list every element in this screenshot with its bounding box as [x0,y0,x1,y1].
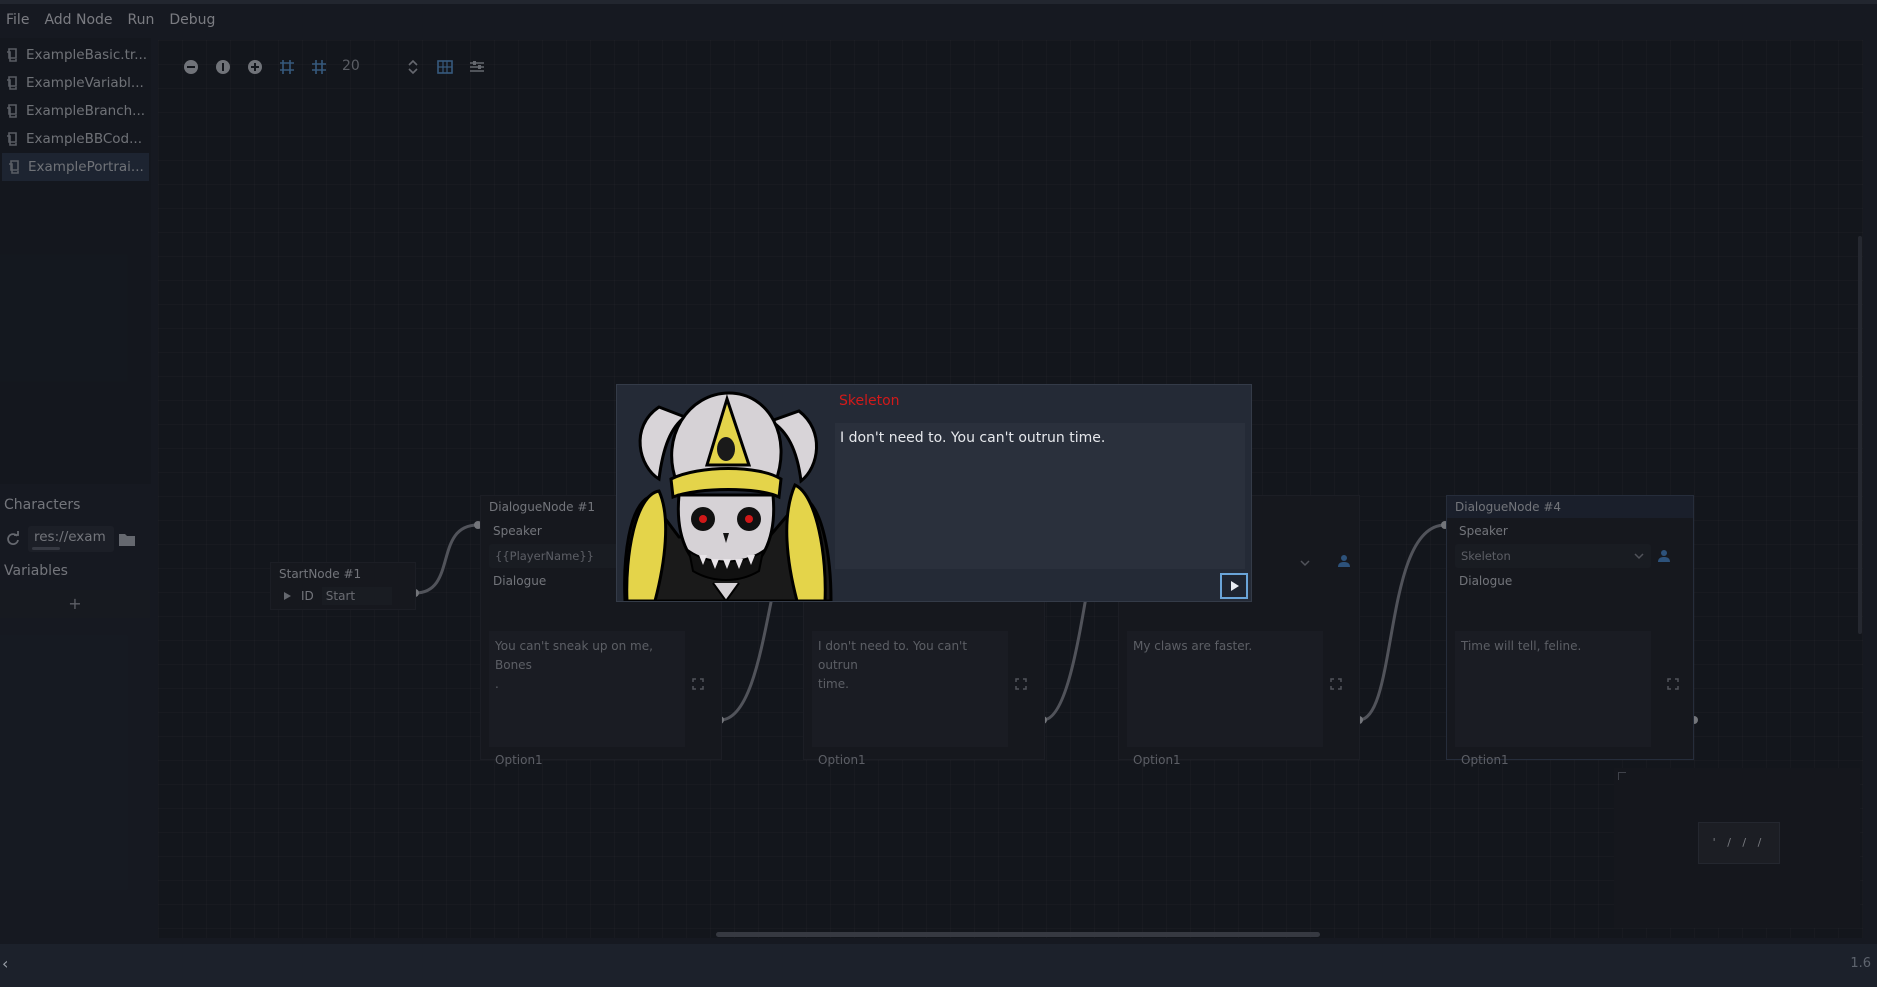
version-label: 1.6 [1850,956,1871,971]
dialogue-preview: Skeleton I don't need to. You can't outr… [616,384,1252,602]
collapse-sidebar-button[interactable]: ‹ [2,954,8,973]
bottom-bar: ‹ 1.6 [0,944,1877,987]
dialogue-text-box: I don't need to. You can't outrun time. [835,423,1245,569]
skeleton-portrait [619,387,833,601]
play-icon [1231,581,1239,591]
speaker-name: Skeleton [839,393,900,409]
next-button[interactable] [1220,573,1248,599]
